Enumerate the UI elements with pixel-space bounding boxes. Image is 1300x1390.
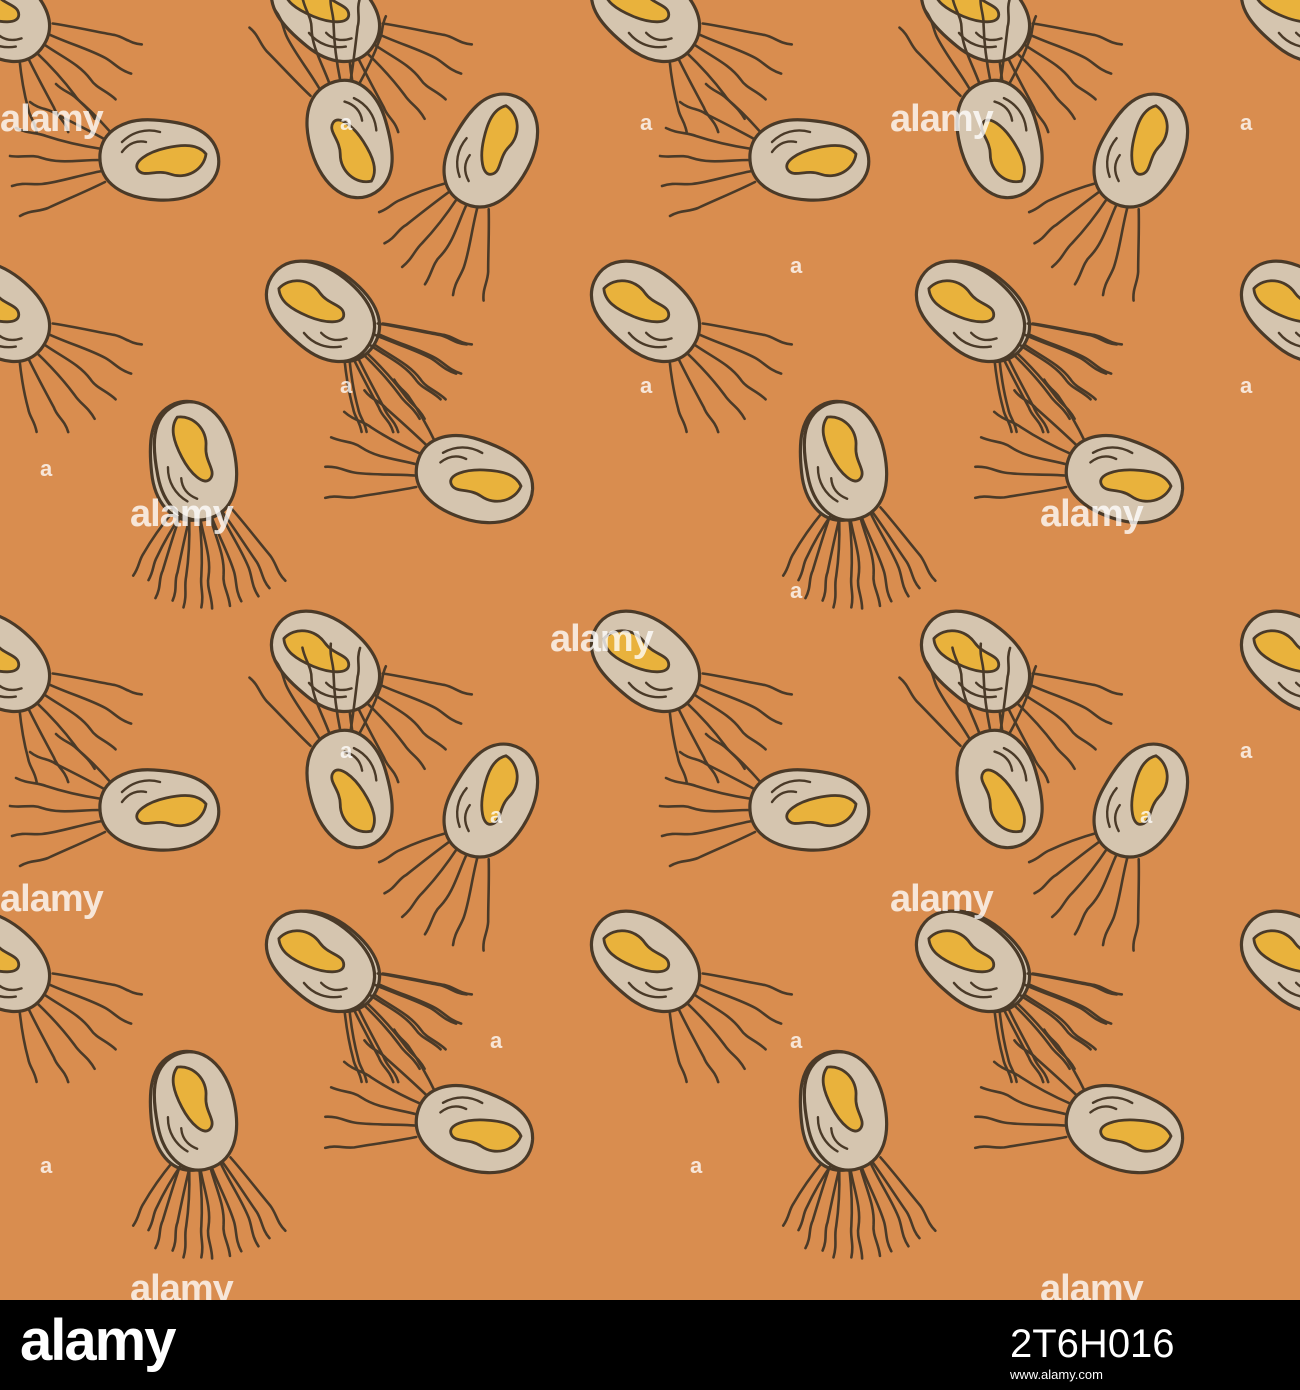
- bacterium-icon: [876, 878, 1127, 1110]
- bacterium-icon: [0, 228, 152, 460]
- bacterium-icon: [551, 578, 802, 810]
- bacterium-icon: [1201, 0, 1300, 160]
- bacterium-icon: [1008, 713, 1220, 962]
- bacterium-icon: [226, 228, 477, 460]
- bacterium-icon: [1201, 578, 1300, 810]
- footer-url: www.alamy.com: [1010, 1367, 1103, 1382]
- bacterium-icon: [8, 82, 221, 218]
- bacterium-icon: [1201, 228, 1300, 460]
- stock-image-page: alamy alamy alamy alamy alamy alamy alamy alamy…: [0, 0, 1300, 1390]
- bacterium-icon: [754, 387, 940, 627]
- bacterium-icon: [0, 878, 152, 1110]
- bacterium-icon: [358, 713, 570, 962]
- bacterium-icon: [658, 82, 871, 218]
- bacterium-icon: [1008, 63, 1220, 312]
- bacterium-icon: [754, 1037, 940, 1277]
- bacterium-icon: [104, 1037, 290, 1277]
- bacterium-icon: [551, 228, 802, 460]
- bacterium-icon: [876, 228, 1127, 460]
- image-id: 2T6H016: [1010, 1322, 1175, 1366]
- bacterium-icon: [226, 878, 477, 1110]
- brand-logo: alamy: [20, 1308, 176, 1373]
- bacteria-pattern-svg: [0, 0, 1300, 1277]
- bacteria-pattern-image: alamy alamy alamy alamy alamy alamy alamy alamy…: [0, 0, 1300, 1300]
- bacterium-icon: [104, 387, 290, 627]
- bacterium-icon: [1201, 878, 1300, 1110]
- bacterium-icon: [551, 878, 802, 1110]
- bacterium-icon: [658, 732, 871, 868]
- bacterium-icon: [8, 732, 221, 868]
- footer-bar: alamy 2T6H016 www.alamy.com: [0, 1300, 1300, 1390]
- bacterium-icon: [358, 63, 570, 312]
